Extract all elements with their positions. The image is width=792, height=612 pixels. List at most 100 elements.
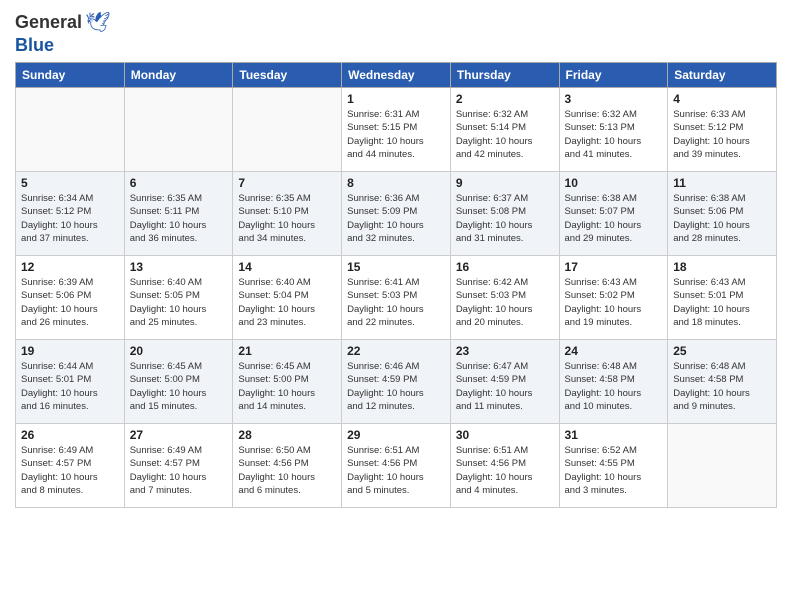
day-number: 15 <box>347 260 445 274</box>
day-header-saturday: Saturday <box>668 63 777 88</box>
calendar-cell: 5Sunrise: 6:34 AM Sunset: 5:12 PM Daylig… <box>16 172 125 256</box>
calendar-cell: 15 Sunrise: 6:41 AM Sunset: 5:03 PM Dayli… <box>342 256 451 340</box>
calendar-cell: 3Sunrise: 6:32 AM Sunset: 5:13 PM Daylig… <box>559 88 668 172</box>
day-number: 4 <box>673 92 771 106</box>
day-number: 26 <box>21 428 119 442</box>
calendar-cell: 7Sunrise: 6:35 AM Sunset: 5:10 PM Daylig… <box>233 172 342 256</box>
day-number: 21 <box>238 344 336 358</box>
day-info: Sunrise: 6:34 AM Sunset: 5:12 PM Dayligh… <box>21 192 119 245</box>
calendar-cell: 27 Sunrise: 6:49 AM Sunset: 4:57 PM Dayli… <box>124 424 233 508</box>
day-number: 31 <box>565 428 663 442</box>
calendar-cell: 12 Sunrise: 6:39 AM Sunset: 5:06 PM Dayli… <box>16 256 125 340</box>
day-info: Sunrise: 6:45 AM Sunset: 5:00 PM Dayligh… <box>238 360 336 413</box>
day-info: Sunrise: 6:35 AM Sunset: 5:10 PM Dayligh… <box>238 192 336 245</box>
calendar-cell: 17 Sunrise: 6:43 AM Sunset: 5:02 PM Dayli… <box>559 256 668 340</box>
calendar-cell: 19 Sunrise: 6:44 AM Sunset: 5:01 PM Dayli… <box>16 340 125 424</box>
calendar-cell <box>233 88 342 172</box>
calendar-week-row: 1Sunrise: 6:31 AM Sunset: 5:15 PM Daylig… <box>16 88 777 172</box>
day-number: 25 <box>673 344 771 358</box>
day-info: Sunrise: 6:48 AM Sunset: 4:58 PM Dayligh… <box>673 360 771 413</box>
day-info: Sunrise: 6:50 AM Sunset: 4:56 PM Dayligh… <box>238 444 336 497</box>
day-header-sunday: Sunday <box>16 63 125 88</box>
day-info: Sunrise: 6:52 AM Sunset: 4:55 PM Dayligh… <box>565 444 663 497</box>
logo-blue-text: Blue <box>15 35 54 56</box>
day-header-monday: Monday <box>124 63 233 88</box>
calendar-cell: 18 Sunrise: 6:43 AM Sunset: 5:01 PM Dayli… <box>668 256 777 340</box>
calendar-cell: 11 Sunrise: 6:38 AM Sunset: 5:06 PM Dayli… <box>668 172 777 256</box>
day-number: 6 <box>130 176 228 190</box>
calendar-cell: 14 Sunrise: 6:40 AM Sunset: 5:04 PM Dayli… <box>233 256 342 340</box>
page-header: General 🕊 Blue <box>15 10 777 56</box>
day-info: Sunrise: 6:41 AM Sunset: 5:03 PM Dayligh… <box>347 276 445 329</box>
day-number: 2 <box>456 92 554 106</box>
day-info: Sunrise: 6:39 AM Sunset: 5:06 PM Dayligh… <box>21 276 119 329</box>
day-info: Sunrise: 6:48 AM Sunset: 4:58 PM Dayligh… <box>565 360 663 413</box>
day-info: Sunrise: 6:44 AM Sunset: 5:01 PM Dayligh… <box>21 360 119 413</box>
calendar-cell: 26Sunrise: 6:49 AM Sunset: 4:57 PM Dayli… <box>16 424 125 508</box>
calendar-cell: 24 Sunrise: 6:48 AM Sunset: 4:58 PM Dayli… <box>559 340 668 424</box>
day-info: Sunrise: 6:33 AM Sunset: 5:12 PM Dayligh… <box>673 108 771 161</box>
logo-general-text: General <box>15 12 82 33</box>
calendar-cell: 2 Sunrise: 6:32 AM Sunset: 5:14 PM Daylig… <box>450 88 559 172</box>
day-number: 27 <box>130 428 228 442</box>
day-number: 24 <box>565 344 663 358</box>
day-info: Sunrise: 6:38 AM Sunset: 5:06 PM Dayligh… <box>673 192 771 245</box>
day-info: Sunrise: 6:38 AM Sunset: 5:07 PM Dayligh… <box>565 192 663 245</box>
calendar-week-row: 12 Sunrise: 6:39 AM Sunset: 5:06 PM Dayli… <box>16 256 777 340</box>
day-info: Sunrise: 6:43 AM Sunset: 5:02 PM Dayligh… <box>565 276 663 329</box>
day-number: 3 <box>565 92 663 106</box>
day-number: 22 <box>347 344 445 358</box>
calendar-cell: 4 Sunrise: 6:33 AM Sunset: 5:12 PM Daylig… <box>668 88 777 172</box>
day-number: 19 <box>21 344 119 358</box>
calendar-cell: 20Sunrise: 6:45 AM Sunset: 5:00 PM Dayli… <box>124 340 233 424</box>
day-number: 20 <box>130 344 228 358</box>
day-number: 11 <box>673 176 771 190</box>
day-info: Sunrise: 6:37 AM Sunset: 5:08 PM Dayligh… <box>456 192 554 245</box>
day-number: 23 <box>456 344 554 358</box>
day-number: 17 <box>565 260 663 274</box>
calendar-week-row: 19 Sunrise: 6:44 AM Sunset: 5:01 PM Dayli… <box>16 340 777 424</box>
calendar-cell: 28 Sunrise: 6:50 AM Sunset: 4:56 PM Dayli… <box>233 424 342 508</box>
calendar-cell: 16Sunrise: 6:42 AM Sunset: 5:03 PM Dayli… <box>450 256 559 340</box>
day-info: Sunrise: 6:36 AM Sunset: 5:09 PM Dayligh… <box>347 192 445 245</box>
calendar-cell: 1Sunrise: 6:31 AM Sunset: 5:15 PM Daylig… <box>342 88 451 172</box>
calendar-cell: 9 Sunrise: 6:37 AM Sunset: 5:08 PM Daylig… <box>450 172 559 256</box>
day-info: Sunrise: 6:49 AM Sunset: 4:57 PM Dayligh… <box>130 444 228 497</box>
calendar-cell <box>16 88 125 172</box>
calendar-cell: 31 Sunrise: 6:52 AM Sunset: 4:55 PM Dayli… <box>559 424 668 508</box>
day-number: 8 <box>347 176 445 190</box>
calendar-cell <box>124 88 233 172</box>
day-number: 14 <box>238 260 336 274</box>
calendar-cell: 6 Sunrise: 6:35 AM Sunset: 5:11 PM Daylig… <box>124 172 233 256</box>
calendar-cell: 23 Sunrise: 6:47 AM Sunset: 4:59 PM Dayli… <box>450 340 559 424</box>
day-number: 9 <box>456 176 554 190</box>
day-header-friday: Friday <box>559 63 668 88</box>
calendar-cell: 29Sunrise: 6:51 AM Sunset: 4:56 PM Dayli… <box>342 424 451 508</box>
calendar-cell: 13 Sunrise: 6:40 AM Sunset: 5:05 PM Dayli… <box>124 256 233 340</box>
day-header-thursday: Thursday <box>450 63 559 88</box>
day-number: 13 <box>130 260 228 274</box>
day-info: Sunrise: 6:40 AM Sunset: 5:04 PM Dayligh… <box>238 276 336 329</box>
day-number: 18 <box>673 260 771 274</box>
day-header-tuesday: Tuesday <box>233 63 342 88</box>
day-info: Sunrise: 6:40 AM Sunset: 5:05 PM Dayligh… <box>130 276 228 329</box>
calendar-table: SundayMondayTuesdayWednesdayThursdayFrid… <box>15 62 777 508</box>
day-number: 28 <box>238 428 336 442</box>
day-info: Sunrise: 6:46 AM Sunset: 4:59 PM Dayligh… <box>347 360 445 413</box>
day-info: Sunrise: 6:43 AM Sunset: 5:01 PM Dayligh… <box>673 276 771 329</box>
calendar-cell: 30Sunrise: 6:51 AM Sunset: 4:56 PM Dayli… <box>450 424 559 508</box>
calendar-week-row: 26 Sunrise: 6:49 AM Sunset: 4:57 PM Dayli… <box>16 424 777 508</box>
calendar-cell: 25 Sunrise: 6:48 AM Sunset: 4:58 PM Dayli… <box>668 340 777 424</box>
calendar-cell <box>668 424 777 508</box>
day-number: 30 <box>456 428 554 442</box>
day-number: 10 <box>565 176 663 190</box>
day-header-wednesday: Wednesday <box>342 63 451 88</box>
day-number: 1 <box>347 92 445 106</box>
day-info: Sunrise: 6:32 AM Sunset: 5:14 PM Dayligh… <box>456 108 554 161</box>
day-info: Sunrise: 6:35 AM Sunset: 5:11 PM Dayligh… <box>130 192 228 245</box>
day-info: Sunrise: 6:47 AM Sunset: 4:59 PM Dayligh… <box>456 360 554 413</box>
calendar-cell: 10 Sunrise: 6:38 AM Sunset: 5:07 PM Dayli… <box>559 172 668 256</box>
day-number: 12 <box>21 260 119 274</box>
logo-bird-icon: 🕊 <box>85 10 110 35</box>
calendar-header-row: SundayMondayTuesdayWednesdayThursdayFrid… <box>16 63 777 88</box>
